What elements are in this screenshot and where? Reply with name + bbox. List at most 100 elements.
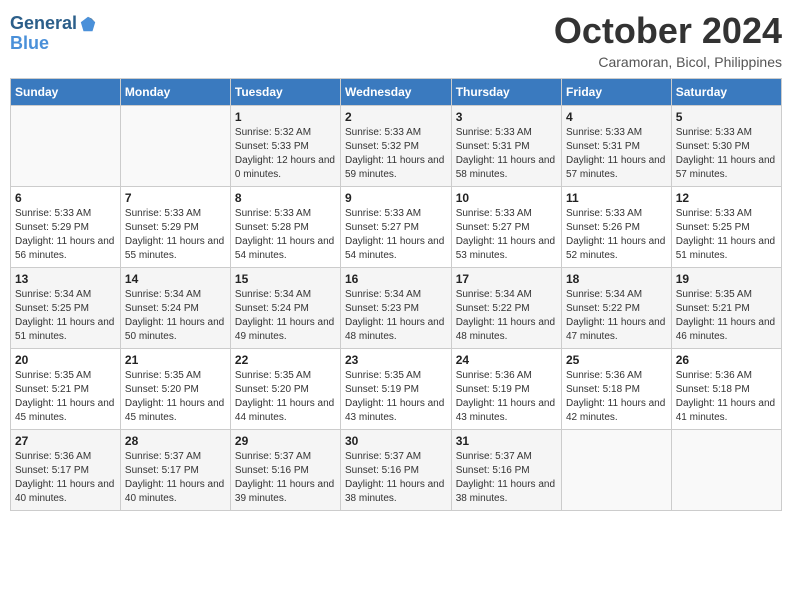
day-info: Sunrise: 5:37 AMSunset: 5:16 PMDaylight:… <box>235 450 336 506</box>
day-number: 2 <box>345 110 447 124</box>
calendar-day-cell: 7Sunrise: 5:33 AMSunset: 5:29 PMDaylight… <box>120 187 230 268</box>
logo: General Blue <box>10 14 97 54</box>
calendar-day-cell: 28 Sunrise: 5:37 AMSunset: 5:17 PMDayligh… <box>120 430 230 511</box>
calendar-day-cell: 15 Sunrise: 5:34 AMSunset: 5:24 PMDayligh… <box>230 268 340 349</box>
day-number: 23 <box>345 353 447 367</box>
calendar-day-cell: 27Sunrise: 5:36 AMSunset: 5:17 PMDayligh… <box>11 430 121 511</box>
day-info: Sunrise: 5:33 AMSunset: 5:32 PMDaylight:… <box>345 126 447 182</box>
subtitle: Caramoran, Bicol, Philippines <box>554 54 782 70</box>
month-title: October 2024 <box>554 10 782 52</box>
day-info: Sunrise: 5:33 AMSunset: 5:29 PMDaylight:… <box>15 207 116 263</box>
day-info: Sunrise: 5:37 AMSunset: 5:17 PMDaylight:… <box>125 450 226 506</box>
calendar-day-cell: 4Sunrise: 5:33 AMSunset: 5:31 PMDaylight… <box>561 106 671 187</box>
day-info: Sunrise: 5:36 AMSunset: 5:18 PMDaylight:… <box>676 369 777 425</box>
calendar-day-cell: 11 Sunrise: 5:33 AMSunset: 5:26 PMDayligh… <box>561 187 671 268</box>
day-info: Sunrise: 5:33 AMSunset: 5:27 PMDaylight:… <box>345 207 447 263</box>
logo-text-general: General <box>10 14 77 34</box>
day-info: Sunrise: 5:35 AMSunset: 5:20 PMDaylight:… <box>235 369 336 425</box>
day-number: 20 <box>15 353 116 367</box>
day-number: 29 <box>235 434 336 448</box>
day-number: 7 <box>125 191 226 205</box>
day-number: 11 <box>566 191 667 205</box>
day-info: Sunrise: 5:34 AMSunset: 5:22 PMDaylight:… <box>566 288 667 344</box>
day-info: Sunrise: 5:35 AMSunset: 5:19 PMDaylight:… <box>345 369 447 425</box>
day-number: 13 <box>15 272 116 286</box>
day-number: 12 <box>676 191 777 205</box>
day-of-week-header: Saturday <box>671 79 781 106</box>
day-number: 22 <box>235 353 336 367</box>
calendar-day-cell: 21 Sunrise: 5:35 AMSunset: 5:20 PMDayligh… <box>120 349 230 430</box>
day-of-week-header: Friday <box>561 79 671 106</box>
calendar-week-row: 1Sunrise: 5:32 AMSunset: 5:33 PMDaylight… <box>11 106 782 187</box>
day-number: 16 <box>345 272 447 286</box>
day-number: 19 <box>676 272 777 286</box>
calendar-day-cell: 16Sunrise: 5:34 AMSunset: 5:23 PMDayligh… <box>340 268 451 349</box>
day-of-week-header: Thursday <box>451 79 561 106</box>
calendar-day-cell: 14 Sunrise: 5:34 AMSunset: 5:24 PMDayligh… <box>120 268 230 349</box>
day-info: Sunrise: 5:33 AMSunset: 5:31 PMDaylight:… <box>566 126 667 182</box>
day-number: 27 <box>15 434 116 448</box>
calendar-day-cell: 10Sunrise: 5:33 AMSunset: 5:27 PMDayligh… <box>451 187 561 268</box>
calendar-day-cell: 26 Sunrise: 5:36 AMSunset: 5:18 PMDayligh… <box>671 349 781 430</box>
calendar-day-cell: 17 Sunrise: 5:34 AMSunset: 5:22 PMDayligh… <box>451 268 561 349</box>
day-of-week-header: Tuesday <box>230 79 340 106</box>
calendar-day-cell: 22 Sunrise: 5:35 AMSunset: 5:20 PMDayligh… <box>230 349 340 430</box>
day-of-week-header: Wednesday <box>340 79 451 106</box>
calendar-day-cell: 29 Sunrise: 5:37 AMSunset: 5:16 PMDayligh… <box>230 430 340 511</box>
day-number: 30 <box>345 434 447 448</box>
day-info: Sunrise: 5:35 AMSunset: 5:20 PMDaylight:… <box>125 369 226 425</box>
day-info: Sunrise: 5:35 AMSunset: 5:21 PMDaylight:… <box>676 288 777 344</box>
day-number: 14 <box>125 272 226 286</box>
day-number: 5 <box>676 110 777 124</box>
calendar-day-cell <box>120 106 230 187</box>
calendar-day-cell: 30 Sunrise: 5:37 AMSunset: 5:16 PMDayligh… <box>340 430 451 511</box>
calendar-day-cell: 8 Sunrise: 5:33 AMSunset: 5:28 PMDaylight… <box>230 187 340 268</box>
day-number: 25 <box>566 353 667 367</box>
calendar-table: SundayMondayTuesdayWednesdayThursdayFrid… <box>10 78 782 511</box>
day-info: Sunrise: 5:33 AMSunset: 5:26 PMDaylight:… <box>566 207 667 263</box>
day-number: 21 <box>125 353 226 367</box>
day-number: 3 <box>456 110 557 124</box>
calendar-day-cell: 18 Sunrise: 5:34 AMSunset: 5:22 PMDayligh… <box>561 268 671 349</box>
day-number: 31 <box>456 434 557 448</box>
calendar-day-cell: 3 Sunrise: 5:33 AMSunset: 5:31 PMDaylight… <box>451 106 561 187</box>
logo-text-blue: Blue <box>10 33 49 53</box>
day-info: Sunrise: 5:33 AMSunset: 5:30 PMDaylight:… <box>676 126 777 182</box>
calendar-week-row: 27Sunrise: 5:36 AMSunset: 5:17 PMDayligh… <box>11 430 782 511</box>
day-number: 28 <box>125 434 226 448</box>
day-info: Sunrise: 5:34 AMSunset: 5:24 PMDaylight:… <box>125 288 226 344</box>
day-info: Sunrise: 5:34 AMSunset: 5:25 PMDaylight:… <box>15 288 116 344</box>
day-number: 9 <box>345 191 447 205</box>
title-area: October 2024 Caramoran, Bicol, Philippin… <box>554 10 782 70</box>
calendar-day-cell: 23 Sunrise: 5:35 AMSunset: 5:19 PMDayligh… <box>340 349 451 430</box>
day-info: Sunrise: 5:36 AMSunset: 5:19 PMDaylight:… <box>456 369 557 425</box>
calendar-day-cell: 12Sunrise: 5:33 AMSunset: 5:25 PMDayligh… <box>671 187 781 268</box>
day-info: Sunrise: 5:37 AMSunset: 5:16 PMDaylight:… <box>456 450 557 506</box>
day-info: Sunrise: 5:33 AMSunset: 5:28 PMDaylight:… <box>235 207 336 263</box>
day-info: Sunrise: 5:37 AMSunset: 5:16 PMDaylight:… <box>345 450 447 506</box>
calendar-day-cell: 5 Sunrise: 5:33 AMSunset: 5:30 PMDaylight… <box>671 106 781 187</box>
day-number: 8 <box>235 191 336 205</box>
calendar-day-cell: 13 Sunrise: 5:34 AMSunset: 5:25 PMDayligh… <box>11 268 121 349</box>
day-info: Sunrise: 5:33 AMSunset: 5:27 PMDaylight:… <box>456 207 557 263</box>
calendar-day-cell <box>11 106 121 187</box>
calendar-day-cell: 25 Sunrise: 5:36 AMSunset: 5:18 PMDayligh… <box>561 349 671 430</box>
calendar-day-cell: 20 Sunrise: 5:35 AMSunset: 5:21 PMDayligh… <box>11 349 121 430</box>
day-info: Sunrise: 5:32 AMSunset: 5:33 PMDaylight:… <box>235 126 336 182</box>
day-info: Sunrise: 5:34 AMSunset: 5:24 PMDaylight:… <box>235 288 336 344</box>
day-info: Sunrise: 5:34 AMSunset: 5:22 PMDaylight:… <box>456 288 557 344</box>
day-of-week-header: Monday <box>120 79 230 106</box>
day-number: 26 <box>676 353 777 367</box>
day-number: 15 <box>235 272 336 286</box>
day-info: Sunrise: 5:33 AMSunset: 5:31 PMDaylight:… <box>456 126 557 182</box>
calendar-day-cell: 31 Sunrise: 5:37 AMSunset: 5:16 PMDayligh… <box>451 430 561 511</box>
day-info: Sunrise: 5:35 AMSunset: 5:21 PMDaylight:… <box>15 369 116 425</box>
page-header: General Blue October 2024 Caramoran, Bic… <box>10 10 782 70</box>
day-number: 17 <box>456 272 557 286</box>
calendar-day-cell <box>561 430 671 511</box>
calendar-week-row: 13 Sunrise: 5:34 AMSunset: 5:25 PMDayligh… <box>11 268 782 349</box>
calendar-day-cell: 9 Sunrise: 5:33 AMSunset: 5:27 PMDaylight… <box>340 187 451 268</box>
day-number: 6 <box>15 191 116 205</box>
day-number: 18 <box>566 272 667 286</box>
day-info: Sunrise: 5:36 AMSunset: 5:18 PMDaylight:… <box>566 369 667 425</box>
